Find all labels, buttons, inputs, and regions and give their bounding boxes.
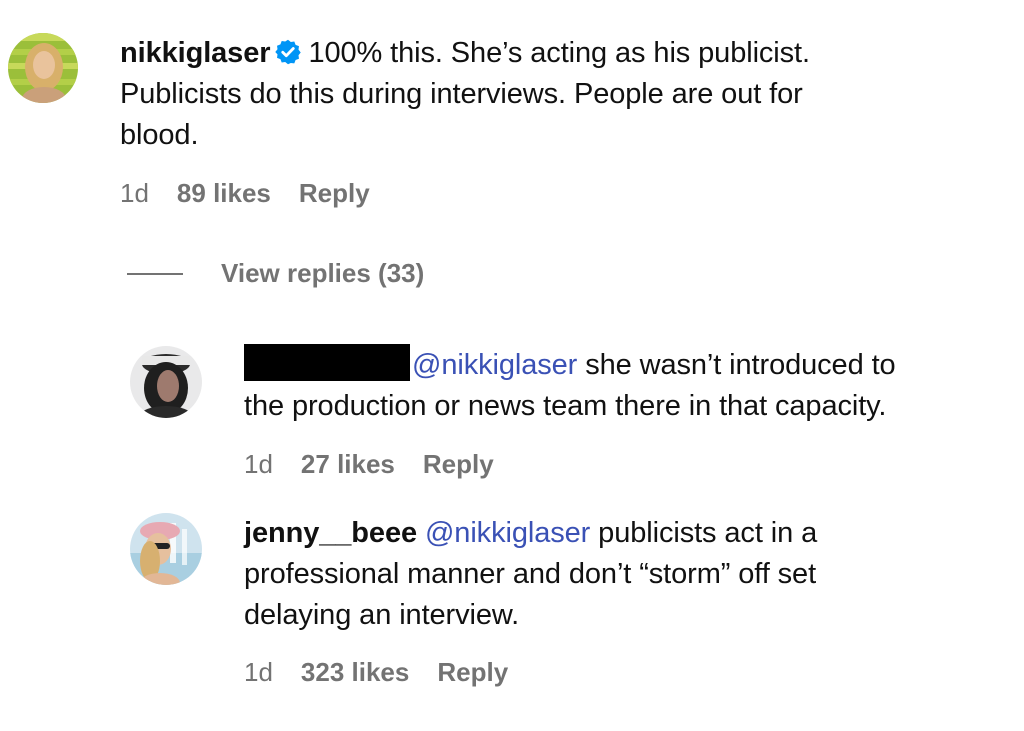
comment-likes[interactable]: 89 likes: [177, 178, 271, 208]
view-replies-label: View replies (33): [221, 258, 425, 288]
comment-username[interactable]: nikkiglaser: [120, 37, 271, 69]
reply-text-line3: delaying an interview.: [244, 599, 520, 631]
comment-body: nikkiglaser 100% this. She’s acting as hi…: [120, 33, 1000, 156]
reply-time[interactable]: 1d: [244, 657, 273, 687]
mention-link[interactable]: @nikkiglaser: [425, 517, 590, 549]
reply-meta: 1d 27 likes Reply: [244, 449, 494, 479]
view-replies-button[interactable]: View replies (33): [127, 258, 424, 289]
comment-text-line3: blood.: [120, 119, 199, 151]
reply-body: jenny__beee @nikkiglaser publicists act …: [244, 513, 1014, 636]
avatar-image: [130, 346, 202, 418]
comment-text-line1: 100% this. She’s acting as his publicist…: [308, 37, 810, 69]
reply-username[interactable]: jenny__beee: [244, 517, 417, 549]
avatar-image: [8, 33, 78, 103]
avatar-nikkiglaser[interactable]: [8, 33, 78, 103]
view-replies-divider: [127, 272, 183, 275]
comment-text-line2: Publicists do this during interviews. Pe…: [120, 78, 803, 110]
comment-meta: 1d 89 likes Reply: [120, 178, 370, 208]
mention-link[interactable]: @nikkiglaser: [412, 349, 577, 381]
reply-button[interactable]: Reply: [423, 449, 494, 479]
avatar-reply-user[interactable]: [130, 346, 202, 418]
reply-text-line1: she wasn’t introduced to: [577, 349, 896, 381]
reply-text-line2: the production or news team there in tha…: [244, 390, 887, 422]
comment-time[interactable]: 1d: [120, 178, 149, 208]
reply-button[interactable]: Reply: [437, 657, 508, 687]
reply-text-line1: publicists act in a: [590, 517, 818, 549]
avatar-jenny-beee[interactable]: [130, 513, 202, 585]
verified-badge-icon: [274, 37, 302, 65]
reply-likes[interactable]: 27 likes: [301, 449, 395, 479]
reply-body: @nikkiglaser she wasn’t introduced to th…: [244, 344, 1014, 427]
reply-button[interactable]: Reply: [299, 178, 370, 208]
reply-time[interactable]: 1d: [244, 449, 273, 479]
reply-likes[interactable]: 323 likes: [301, 657, 409, 687]
reply-meta: 1d 323 likes Reply: [244, 657, 508, 687]
avatar-image: [130, 513, 202, 585]
reply-text-line2: professional manner and don’t “storm” of…: [244, 558, 817, 590]
redacted-username: [244, 344, 410, 381]
